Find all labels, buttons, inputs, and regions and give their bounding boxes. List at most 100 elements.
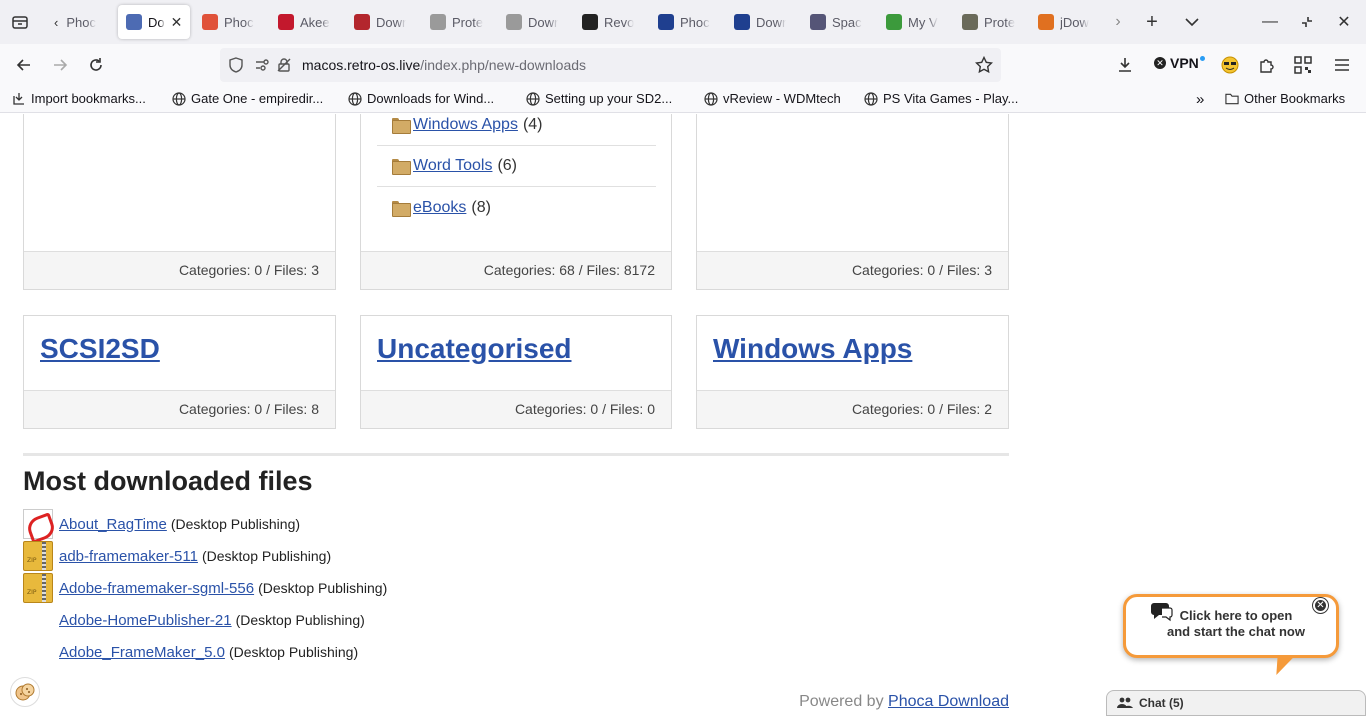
tab-9[interactable]: Dowr [726,5,800,39]
globe-icon [526,91,540,106]
extensions-button[interactable] [1254,53,1278,77]
most-downloaded-heading: Most downloaded files [23,466,313,496]
subcategory-link[interactable]: Word Tools [413,157,492,175]
navigation-toolbar: macos.retro-os.live/index.php/new-downlo… [0,44,1366,86]
bookmarks-overflow-button[interactable]: » [1196,91,1204,108]
subcategory-count: (8) [471,198,491,216]
chat-bubble-tail [1268,655,1296,675]
address-bar[interactable]: macos.retro-os.live/index.php/new-downlo… [220,48,1001,82]
arrow-left-icon [16,59,30,71]
bookmark-item[interactable]: PS Vita Games - Play... [864,91,1018,106]
chat-bar[interactable]: Chat (5) [1106,690,1366,716]
hamburger-menu-icon [1335,59,1349,71]
chat-invite-line1: Click here to open [1179,608,1293,623]
folder-icon [1225,92,1239,106]
category-card-footer: Categories: 0 / Files: 3 [24,251,335,289]
bookmark-label: PS Vita Games - Play... [883,91,1019,106]
file-row: Adobe-HomePublisher-21 (Desktop Publishi… [23,604,365,636]
permissions-icon[interactable] [254,56,272,74]
list-all-tabs-button[interactable] [1180,10,1204,34]
chat-invite-line2: and start the chat now [1167,624,1305,639]
tab-11[interactable]: My V [878,5,952,39]
reload-button[interactable] [84,53,108,77]
subcategory-item[interactable]: Word Tools (6) [377,146,656,187]
blank-file-icon [23,605,53,635]
import-icon [12,92,26,106]
tab-favicon-icon [658,14,674,30]
extension-button[interactable] [1218,53,1242,77]
tab-10[interactable]: Spac [802,5,876,39]
globe-icon [172,91,186,106]
tab-7[interactable]: Revo [574,5,648,39]
phoca-download-link[interactable]: Phoca Download [888,693,1009,710]
forward-button[interactable] [48,53,72,77]
tab-label: Prote [452,14,484,30]
tab-8[interactable]: Phoc [650,5,724,39]
subcategory-count: (4) [522,116,543,133]
subcategory-link[interactable]: eBooks [413,199,466,217]
zip-file-icon [23,573,53,603]
chat-bar-label: Chat (5) [1139,696,1184,710]
file-link[interactable]: Adobe-framemaker-sgml-556 [59,580,254,597]
bookmark-item[interactable]: Gate One - empiredir... [172,91,323,106]
url-text[interactable]: macos.retro-os.live/index.php/new-downlo… [302,57,586,73]
file-category: (Desktop Publishing) [201,548,332,564]
section-divider [23,453,1009,456]
close-tab-icon[interactable]: ✕ [171,14,183,31]
new-tab-button[interactable]: + [1140,10,1164,34]
shield-icon[interactable] [227,56,245,74]
category-card: Categories: 0 / Files: 3 [696,114,1009,290]
category-title-link[interactable]: Uncategorised [377,333,572,365]
globe-icon [704,91,718,106]
insecure-lock-icon[interactable] [275,56,293,74]
bookmark-item[interactable]: Downloads for Wind... [348,91,494,106]
subcategory-item[interactable]: eBooks (8) [377,187,656,228]
close-window-button[interactable]: ✕ [1332,10,1356,34]
other-bookmarks[interactable]: Other Bookmarks [1225,91,1345,106]
tab-4[interactable]: Dowr [346,5,420,39]
globe-icon [864,91,878,106]
category-card-scsi2sd: SCSI2SD Categories: 0 / Files: 8 [23,315,336,429]
tab-5[interactable]: Prote [422,5,496,39]
folder-icon [392,118,411,134]
tab-label: Akee [300,14,330,30]
app-menu-button[interactable] [1330,53,1354,77]
vpn-button[interactable]: ✕ VPN [1154,55,1205,71]
category-card-uncategorised: Uncategorised Categories: 0 / Files: 0 [360,315,672,429]
tab-favicon-icon [430,14,446,30]
cookie-settings-button[interactable] [10,677,40,707]
tab-list-button[interactable] [8,10,32,34]
minimize-button[interactable]: — [1258,10,1282,34]
users-icon [1117,697,1133,708]
tab-0[interactable]: ‹ Phoc [46,5,116,39]
tab-2[interactable]: Phoc [194,5,268,39]
bookmark-item[interactable]: Setting up your SD2... [526,91,672,106]
file-link[interactable]: adb-framemaker-511 [59,548,198,565]
zip-file-icon [23,541,53,571]
category-title-link[interactable]: Windows Apps [713,333,912,365]
file-link[interactable]: Adobe-HomePublisher-21 [59,612,232,629]
tab-3[interactable]: Akee [270,5,344,39]
file-link[interactable]: About_RagTime [59,516,167,533]
category-title-link[interactable]: SCSI2SD [40,333,160,365]
tab-scroll-right-button[interactable]: › [1106,10,1130,34]
bookmark-star-icon[interactable] [975,56,993,74]
qr-code-button[interactable] [1291,53,1315,77]
bookmark-import[interactable]: Import bookmarks... [12,91,146,106]
chevron-down-icon [1185,18,1199,27]
tab-12[interactable]: Prote [954,5,1028,39]
subcategory-link[interactable]: Windows Apps [413,116,518,134]
downloads-button[interactable] [1113,53,1137,77]
powered-by-text: Powered by [799,693,884,710]
subcategory-item[interactable]: Windows Apps (4) [377,114,656,146]
tab-active[interactable]: Do ✕ [118,5,190,39]
restore-button[interactable] [1295,10,1319,34]
tab-favicon-icon [962,14,978,30]
back-button[interactable] [12,53,36,77]
tab-13[interactable]: jDow [1030,5,1104,39]
chat-invite-bubble[interactable]: Click here to open and start the chat no… [1123,594,1339,658]
bookmark-item[interactable]: vReview - WDMtech [704,91,841,106]
chat-invite-close-icon[interactable]: ✕ [1313,598,1328,613]
file-link[interactable]: Adobe_FrameMaker_5.0 [59,644,225,661]
tab-6[interactable]: Dowr [498,5,572,39]
